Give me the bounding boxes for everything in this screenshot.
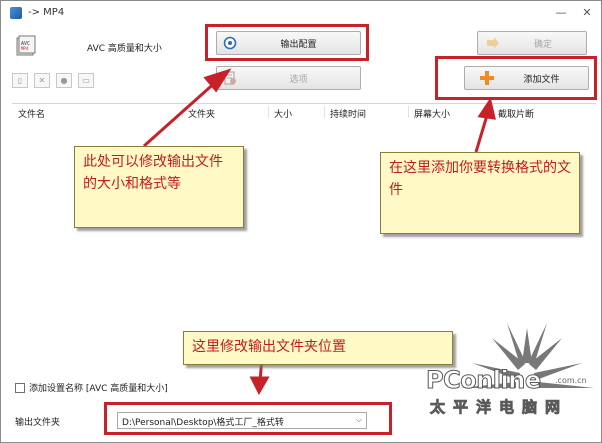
callout-add-file: 在这里添加你要转换格式的文件 [380, 152, 580, 234]
watermark-burst [460, 323, 594, 388]
callout-output-folder: 这里修改输出文件夹位置 [183, 331, 453, 365]
watermark-logo: PConline [426, 366, 542, 395]
callout-output-settings: 此处可以修改输出文件的大小和格式等 [74, 146, 244, 228]
arrow-to-output-settings [143, 78, 219, 148]
watermark-domain: .com.cn [555, 376, 587, 385]
watermark-tagline: 太平洋电脑网 [430, 398, 569, 417]
